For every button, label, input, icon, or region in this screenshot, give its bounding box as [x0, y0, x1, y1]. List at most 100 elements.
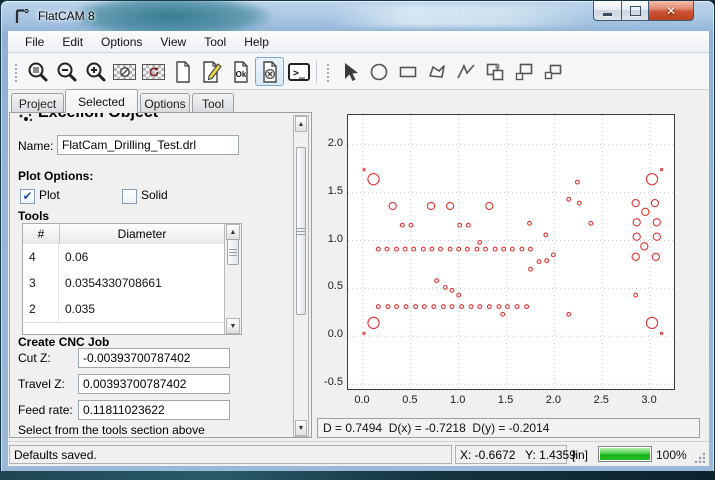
progress-bar	[598, 446, 652, 462]
maximize-icon	[630, 6, 641, 16]
zoom-out-button[interactable]	[52, 57, 81, 86]
table-row[interactable]: 3 0.0354330708661	[23, 270, 224, 297]
object-title: Excellon Object	[38, 113, 158, 122]
plot-options-label: Plot Options:	[18, 169, 93, 183]
tab-tool[interactable]: Tool	[192, 93, 234, 112]
col-header-number[interactable]: #	[23, 224, 60, 244]
cell-tool-diameter[interactable]: 0.06	[59, 244, 224, 270]
mouse-coordinates: X: -0.6672 Y: 1.4359	[455, 445, 567, 464]
menu-view[interactable]: View	[151, 32, 195, 52]
tools-table-header: # Diameter	[23, 224, 224, 245]
plot-area[interactable]: 2.01.51.00.50.0-0.5 0.00.51.01.52.02.53.…	[314, 104, 709, 417]
draw-rectangle-button[interactable]	[393, 57, 422, 86]
tab-selected[interactable]: Selected	[65, 89, 138, 113]
tools-table: # Diameter 4 0.06 3 0.0354330708661 2 0.…	[22, 223, 242, 335]
menu-help[interactable]: Help	[235, 32, 278, 52]
delete-object-button[interactable]	[255, 57, 284, 86]
travelz-input[interactable]: 0.00393700787402	[78, 374, 230, 394]
cell-tool-diameter[interactable]: 0.0354330708661	[59, 270, 224, 296]
minimize-icon	[603, 13, 612, 16]
table-scrollbar-thumb[interactable]	[227, 239, 239, 265]
scroll-up-icon[interactable]: ▲	[226, 224, 240, 240]
x-tick-label: 1.5	[498, 394, 513, 406]
cutz-input[interactable]: -0.00393700787402	[78, 348, 230, 368]
table-row[interactable]: 2 0.035	[23, 296, 224, 323]
feedrate-input[interactable]: 0.11811023622	[78, 400, 230, 420]
window-title: FlatCAM 8	[38, 9, 95, 23]
cell-tool-number[interactable]: 3	[23, 270, 59, 296]
cell-tool-diameter[interactable]: 0.035	[59, 296, 224, 322]
menu-tool[interactable]: Tool	[195, 32, 235, 52]
menu-file[interactable]: File	[16, 32, 53, 52]
y-tick-label: 0.0	[314, 328, 343, 340]
svg-text:>_: >_	[292, 68, 305, 79]
y-tick-label: 1.5	[314, 185, 343, 197]
app-window: FlatCAM 8 ✕ File Edit Options View Tool …	[0, 0, 715, 472]
solid-checkbox-label: Solid	[141, 188, 168, 202]
panel-scrollbar[interactable]: ▲ ▼	[293, 115, 309, 437]
toolbar-grip-2[interactable]	[326, 62, 331, 82]
delete-file-icon	[260, 60, 280, 84]
new-file-icon	[173, 60, 193, 84]
x-tick-label: 3.0	[641, 394, 656, 406]
titlebar-glass-streak	[331, 5, 591, 27]
cutz-label: Cut Z:	[18, 351, 51, 365]
resize-grip[interactable]	[693, 451, 705, 463]
clear-plot-icon	[113, 64, 136, 80]
table-scrollbar[interactable]: ▲ ▼	[224, 224, 241, 334]
x-tick-label: 2.0	[546, 394, 561, 406]
polygon-icon	[426, 61, 448, 83]
table-row[interactable]: 4 0.06	[23, 244, 224, 271]
scroll-down-icon[interactable]: ▼	[295, 420, 307, 436]
replot-button[interactable]	[139, 57, 168, 86]
draw-polyline-button[interactable]	[451, 57, 480, 86]
edit-file-icon	[201, 60, 223, 84]
copy-object-button[interactable]	[509, 57, 538, 86]
cell-tool-number[interactable]: 2	[23, 296, 59, 322]
shell-button[interactable]: >_	[284, 57, 313, 86]
col-header-diameter[interactable]: Diameter	[60, 224, 224, 244]
client-area: File Edit Options View Tool Help	[8, 31, 709, 465]
maximize-button[interactable]	[622, 1, 649, 21]
menu-edit[interactable]: Edit	[53, 32, 92, 52]
scroll-up-icon[interactable]: ▲	[295, 116, 307, 132]
pointer-icon	[339, 61, 361, 83]
copy-geometry-icon	[484, 61, 506, 83]
panel-scrollbar-thumb[interactable]	[296, 147, 306, 315]
new-project-button[interactable]	[168, 57, 197, 86]
menu-bar: File Edit Options View Tool Help	[8, 31, 709, 53]
copy-object-alt-button[interactable]	[538, 57, 567, 86]
status-message: Defaults saved.	[9, 445, 452, 464]
object-title-clip: Excellon Object	[10, 113, 290, 128]
minimize-button[interactable]	[593, 1, 622, 21]
open-project-button[interactable]	[197, 57, 226, 86]
ok-file-icon: Ok	[231, 60, 251, 84]
y-tick-label: 2.0	[314, 137, 343, 149]
drill-pattern-icon	[17, 113, 35, 125]
plot-frame[interactable]	[347, 114, 675, 390]
plot-canvas[interactable]	[348, 115, 674, 389]
draw-polygon-button[interactable]	[422, 57, 451, 86]
tab-project[interactable]: Project	[11, 93, 64, 112]
units-label: [in]	[572, 448, 588, 462]
menu-options[interactable]: Options	[92, 32, 151, 52]
select-tool-button[interactable]	[335, 57, 364, 86]
progress-bar-fill	[600, 448, 650, 460]
zoom-in-button[interactable]	[81, 57, 110, 86]
copy-geometry-button[interactable]	[480, 57, 509, 86]
save-project-button[interactable]: Ok	[226, 57, 255, 86]
draw-circle-button[interactable]	[364, 57, 393, 86]
name-input[interactable]: FlatCam_Drilling_Test.drl	[57, 135, 239, 155]
travelz-label: Travel Z:	[18, 377, 65, 391]
solid-checkbox[interactable]	[122, 189, 137, 204]
clear-plot-button[interactable]	[110, 57, 139, 86]
toolbar-grip[interactable]	[14, 62, 19, 82]
selected-tab-page: Excellon Object Name: FlatCam_Drilling_T…	[9, 112, 312, 438]
plot-checkbox[interactable]: ✔	[20, 189, 35, 204]
close-button[interactable]: ✕	[649, 1, 694, 21]
zoom-fit-button[interactable]	[23, 57, 52, 86]
tab-options[interactable]: Options	[140, 93, 190, 112]
scroll-down-icon[interactable]: ▼	[226, 318, 240, 334]
flatcam-app-icon	[14, 8, 31, 25]
cell-tool-number[interactable]: 4	[23, 244, 59, 270]
